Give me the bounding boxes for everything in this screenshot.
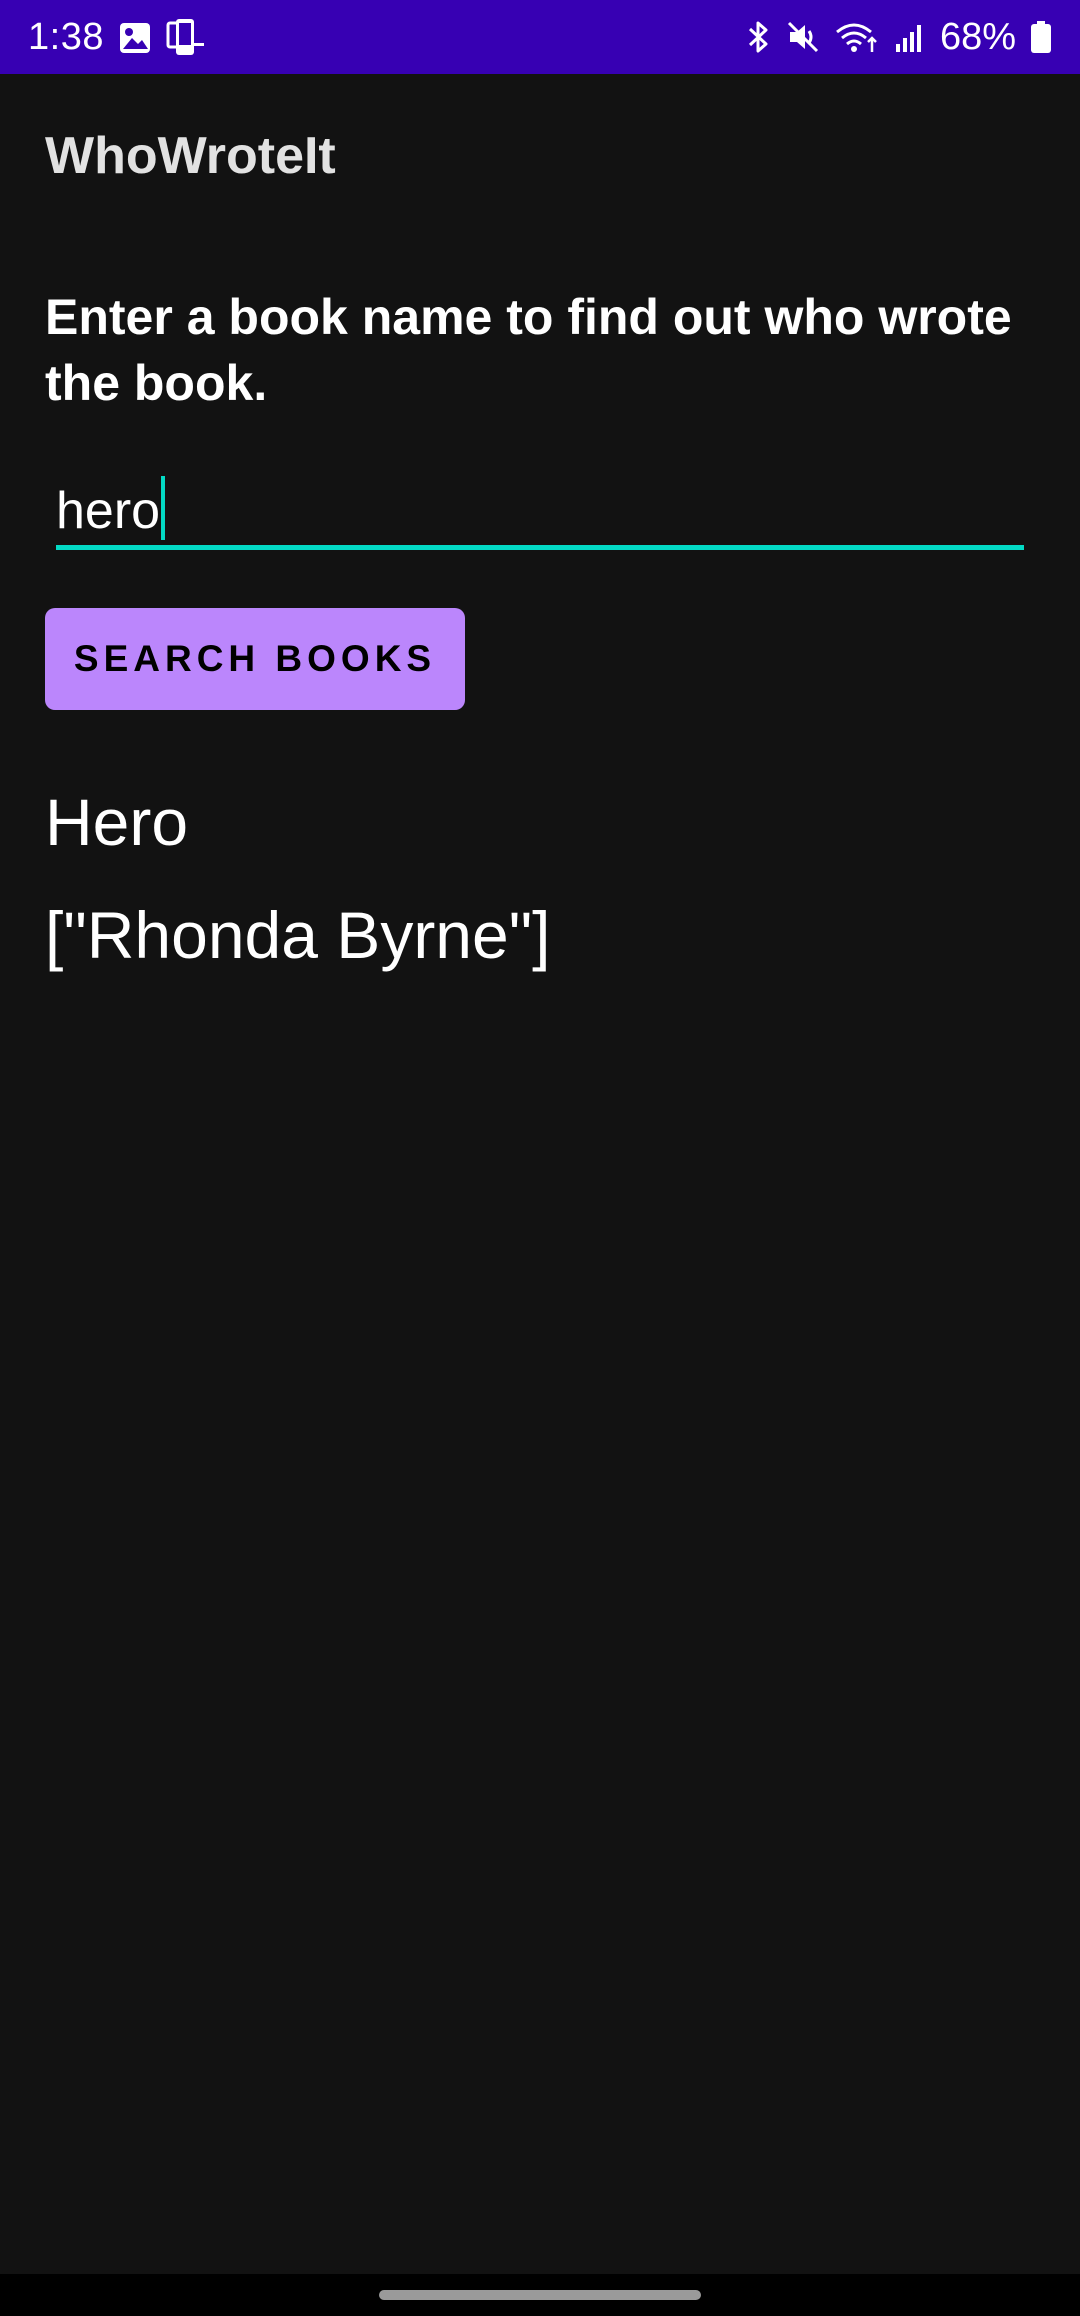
search-input-value[interactable]: hero	[56, 476, 166, 542]
status-notification-icons	[118, 18, 206, 58]
signal-icon	[894, 20, 926, 54]
home-gesture-handle[interactable]	[379, 2290, 701, 2300]
battery-percentage: 68%	[939, 16, 1016, 58]
book-search-input[interactable]: hero	[56, 468, 1024, 550]
result-book-title: Hero	[45, 785, 189, 859]
app-title: WhoWroteIt	[45, 127, 336, 185]
search-books-button[interactable]: Search Books	[45, 608, 465, 710]
mute-icon	[786, 20, 820, 54]
status-system-icons: 68%	[746, 14, 1052, 60]
screen-cast-icon	[166, 19, 206, 57]
text-cursor	[161, 476, 166, 540]
result-book-author: ["Rhonda Byrne"]	[45, 898, 551, 972]
instructions-text: Enter a book name to find out who wrote …	[45, 289, 1012, 411]
bluetooth-icon	[746, 20, 772, 54]
navigation-bar	[0, 2274, 1080, 2316]
app-bar: WhoWroteIt	[0, 74, 1080, 242]
battery-icon	[1030, 20, 1052, 54]
gallery-icon	[118, 21, 152, 55]
status-bar: 1:38 68%	[0, 0, 1080, 74]
wifi-icon	[834, 20, 880, 54]
status-time: 1:38	[28, 16, 104, 58]
